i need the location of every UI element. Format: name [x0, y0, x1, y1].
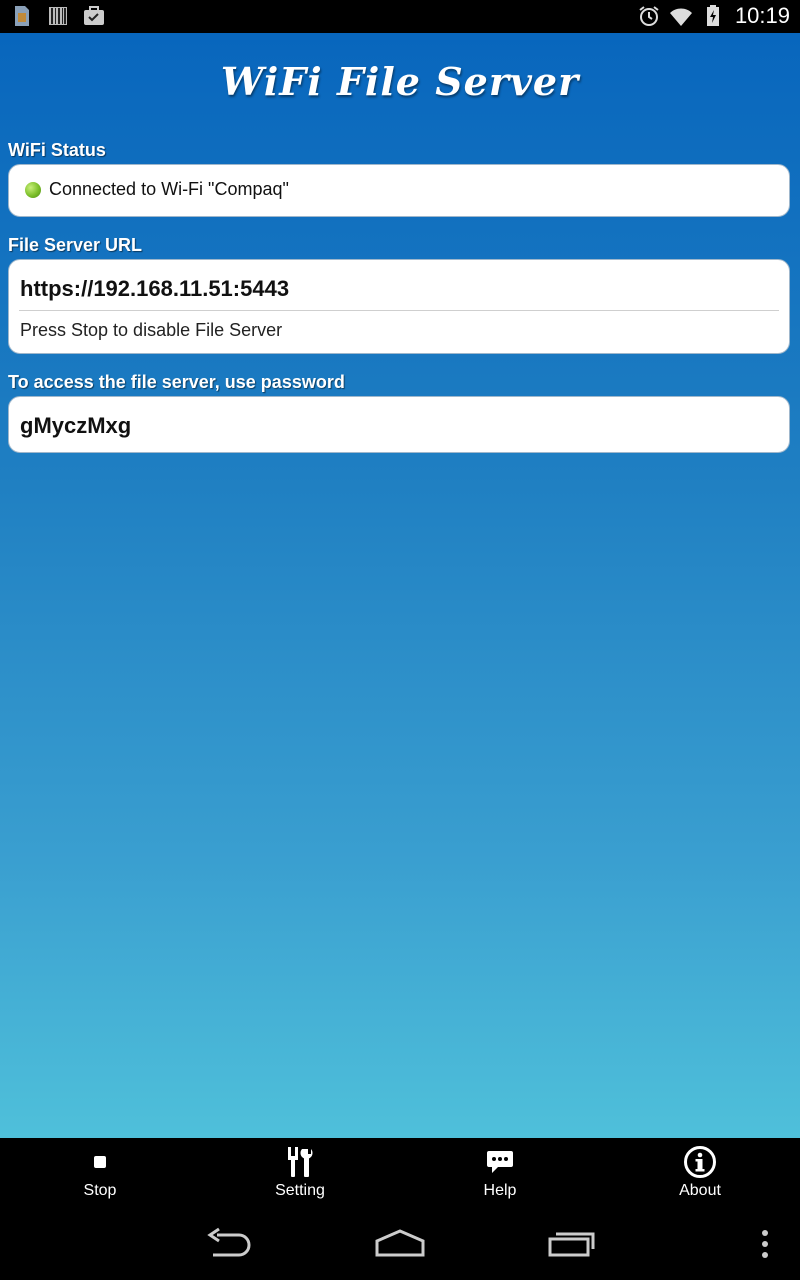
- barcode-icon: [49, 7, 67, 25]
- chat-bubble-icon: [487, 1151, 513, 1173]
- sim-card-icon: [15, 6, 29, 26]
- password-value: gMyczMxg: [20, 413, 132, 438]
- help-label: Help: [483, 1182, 517, 1199]
- app-title: WiFi File Server: [220, 59, 580, 104]
- home-icon[interactable]: [374, 1227, 426, 1261]
- setting-label: Setting: [275, 1182, 325, 1199]
- wifi-icon: [669, 8, 692, 26]
- alarm-icon: [639, 6, 659, 26]
- about-button[interactable]: About: [600, 1138, 800, 1210]
- stop-icon: [94, 1156, 106, 1168]
- recents-icon[interactable]: [546, 1227, 598, 1261]
- help-button[interactable]: Help: [400, 1138, 600, 1210]
- status-left-icons: [10, 4, 106, 28]
- file-server-url-label: File Server URL: [8, 235, 143, 255]
- wifi-status-text: Connected to Wi-Fi "Compaq": [49, 179, 289, 199]
- navigation-bar: [0, 1210, 800, 1280]
- wifi-status-label: WiFi Status: [8, 140, 106, 160]
- stop-label: Stop: [83, 1182, 117, 1199]
- password-card: gMyczMxg: [8, 396, 790, 453]
- green-dot-icon: [25, 181, 41, 198]
- file-server-url-card: https://192.168.11.51:5443 Press Stop to…: [8, 259, 790, 354]
- password-label: To access the file server, use password: [8, 372, 345, 392]
- back-icon[interactable]: [205, 1227, 255, 1261]
- briefcase-icon: [84, 6, 104, 25]
- about-label: About: [679, 1182, 721, 1199]
- main-content: WiFi File Server WiFi Status Connected t…: [0, 33, 800, 1138]
- overflow-menu-icon[interactable]: [758, 1227, 772, 1261]
- bottom-toolbar: Stop Setting Help About: [0, 1138, 800, 1210]
- wifi-status-card: Connected to Wi-Fi "Compaq": [8, 164, 790, 217]
- battery-icon: [706, 5, 719, 26]
- url-divider: [19, 310, 779, 311]
- status-right-icons: 10:19: [637, 3, 790, 29]
- stop-hint-text: Press Stop to disable File Server: [20, 320, 283, 340]
- status-bar: 10:19: [0, 0, 800, 33]
- stop-button[interactable]: Stop: [0, 1138, 200, 1210]
- tools-icon: [288, 1147, 313, 1177]
- file-server-url[interactable]: https://192.168.11.51:5443: [20, 276, 289, 302]
- wifi-status-row: Connected to Wi-Fi "Compaq": [25, 179, 289, 200]
- clock: 10:19: [734, 3, 790, 28]
- info-icon: [684, 1146, 716, 1178]
- setting-button[interactable]: Setting: [200, 1138, 400, 1210]
